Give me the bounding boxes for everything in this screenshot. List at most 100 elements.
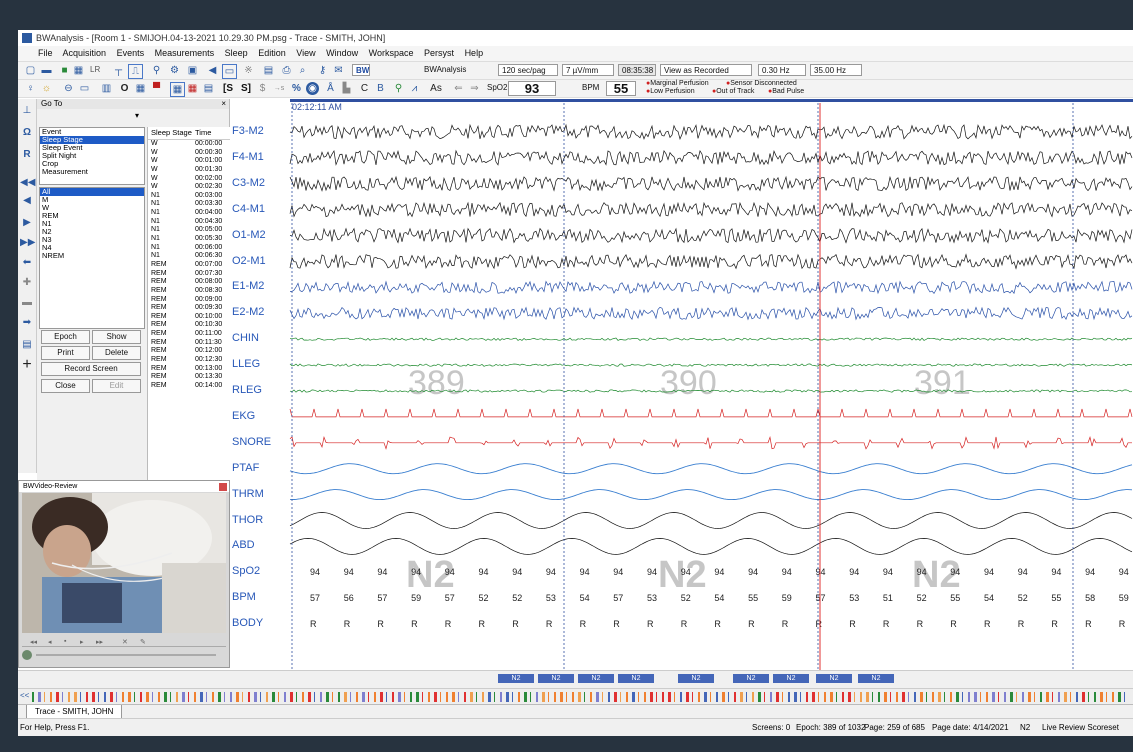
print-button[interactable]: Print xyxy=(41,346,90,360)
high-pass-select[interactable]: 0.30 Hz xyxy=(758,64,806,76)
new-file-icon[interactable]: ▢ xyxy=(24,64,37,77)
stage-item[interactable]: N1 xyxy=(40,220,144,228)
key-icon[interactable]: ⚷ xyxy=(316,64,329,77)
table-row[interactable]: REM 00:13:30 xyxy=(148,373,230,382)
table-row[interactable]: W 00:01:00 xyxy=(148,157,230,166)
record-screen-button[interactable]: Record Screen xyxy=(41,362,141,376)
link-icon[interactable]: ⊖ xyxy=(62,82,75,95)
hypnogram-epoch[interactable]: N2 xyxy=(816,674,852,683)
video-rewind-icon[interactable]: ◂◂ xyxy=(30,638,37,646)
b-button[interactable]: B xyxy=(374,82,387,95)
grid-b-icon[interactable]: ▦ xyxy=(186,82,199,95)
step-back-icon[interactable]: ◀ xyxy=(20,195,34,207)
night-overview-bar[interactable]: << xyxy=(18,688,1133,705)
menu-window[interactable]: Window xyxy=(326,48,358,58)
menu-view[interactable]: View xyxy=(296,48,315,58)
dollar-icon[interactable]: $ xyxy=(256,82,269,95)
table-row[interactable]: N1 00:04:00 xyxy=(148,209,230,218)
menu-sleep[interactable]: Sleep xyxy=(225,48,248,58)
video-stop-icon[interactable]: ▪ xyxy=(64,638,66,645)
line-icon[interactable]: ⎍ xyxy=(128,64,143,79)
chart-icon[interactable]: ▥ xyxy=(100,82,113,95)
target-icon[interactable]: ◉ xyxy=(306,82,319,95)
menu-acquisition[interactable]: Acquisition xyxy=(63,48,107,58)
tools-icon[interactable]: ※ xyxy=(242,64,255,77)
menu-persyst[interactable]: Persyst xyxy=(424,48,454,58)
preview-icon[interactable]: ⌕ xyxy=(296,64,309,77)
left-arrow-icon[interactable]: ⬅ xyxy=(20,257,34,269)
low-pass-select[interactable]: 35.00 Hz xyxy=(810,64,862,76)
amplitude-select[interactable]: 7 µV/mm xyxy=(562,64,614,76)
rewind-icon[interactable]: ◀◀ xyxy=(20,177,35,189)
waveform-canvas[interactable] xyxy=(230,99,1133,670)
back-arrow-icon[interactable]: ⇐ xyxy=(452,82,465,95)
arrow-ms-icon[interactable]: →s xyxy=(270,82,288,95)
table-row[interactable]: REM 00:09:00 xyxy=(148,296,230,305)
graph-icon[interactable]: ⩘ xyxy=(408,82,421,95)
montage-icon[interactable]: ┬ xyxy=(112,64,125,77)
stage-item[interactable]: M xyxy=(40,196,144,204)
table-icon[interactable]: ▦ xyxy=(134,82,147,95)
stage-item[interactable]: NREM xyxy=(40,252,144,260)
delete-button[interactable]: Delete xyxy=(92,346,141,360)
table-row[interactable]: REM 00:08:00 xyxy=(148,278,230,287)
speaker-icon[interactable]: ◀ xyxy=(206,64,219,77)
sun-icon[interactable]: ☼ xyxy=(40,82,53,95)
grid-a-icon[interactable]: ▦ xyxy=(170,82,185,97)
ruler-icon[interactable]: ⊥ xyxy=(20,105,34,117)
lr-toggle[interactable]: LR xyxy=(90,65,100,74)
video-close-icon[interactable] xyxy=(219,483,227,491)
table-row[interactable]: REM 00:11:30 xyxy=(148,339,230,348)
menu-edition[interactable]: Edition xyxy=(258,48,286,58)
message-icon[interactable]: ✉ xyxy=(332,64,345,77)
bulb-icon[interactable]: ♀ xyxy=(24,82,37,95)
time-scale-select[interactable]: 120 sec/pag xyxy=(498,64,558,76)
bars-icon[interactable]: ▙ xyxy=(340,82,353,95)
table-row[interactable]: W 00:02:30 xyxy=(148,183,230,192)
c-button[interactable]: C xyxy=(358,82,371,95)
screen-icon[interactable]: ▭ xyxy=(222,64,237,79)
table-row[interactable]: W 00:01:30 xyxy=(148,166,230,175)
o2-icon[interactable]: O xyxy=(118,82,131,95)
video-snapshot-icon[interactable]: ✕ xyxy=(122,638,128,646)
view-mode-select[interactable]: View as Recorded xyxy=(660,64,752,76)
menu-file[interactable]: File xyxy=(38,48,53,58)
forward-arrow-icon[interactable]: ⇒ xyxy=(468,82,481,95)
grid-icon[interactable]: ▦ xyxy=(72,64,85,77)
pin-icon[interactable]: ⚲ xyxy=(150,64,163,77)
table-row[interactable]: N1 00:03:30 xyxy=(148,200,230,209)
report-icon[interactable]: ▤ xyxy=(262,64,275,77)
table-row[interactable]: REM 00:07:30 xyxy=(148,270,230,279)
table-row[interactable]: REM 00:08:30 xyxy=(148,287,230,296)
r-marker-icon[interactable]: R xyxy=(20,149,34,161)
location-icon[interactable]: ⚲ xyxy=(392,82,405,95)
hypnogram-epoch[interactable]: N2 xyxy=(578,674,614,683)
trace-tab[interactable]: Trace - SMITH, JOHN xyxy=(26,705,123,719)
summary-icon[interactable]: ▤ xyxy=(202,82,215,95)
video-forward-icon[interactable]: ▸▸ xyxy=(96,638,103,646)
step-forward-icon[interactable]: ▶ xyxy=(20,217,34,229)
montage-edit-icon[interactable]: ▤ xyxy=(20,339,34,351)
hypnogram-epoch[interactable]: N2 xyxy=(498,674,534,683)
edit-button[interactable]: Edit xyxy=(92,379,141,393)
right-arrow-icon[interactable]: ➡ xyxy=(20,317,34,329)
hypnogram-epoch[interactable]: N2 xyxy=(678,674,714,683)
table-row[interactable]: N1 00:06:00 xyxy=(148,244,230,253)
video-pencil-icon[interactable]: ✎ xyxy=(140,638,146,646)
goto-stage-list[interactable]: All M W REM N1 N2 N3 N4 NREM xyxy=(39,187,145,329)
epoch-button[interactable]: Epoch xyxy=(41,330,90,344)
alpha-icon[interactable]: Å xyxy=(324,82,337,95)
scoring-s2-icon[interactable]: S] xyxy=(238,82,254,95)
video-play-icon[interactable]: ▸ xyxy=(80,638,84,646)
as-button[interactable]: As xyxy=(428,82,444,95)
table-row[interactable]: N1 00:04:30 xyxy=(148,218,230,227)
table-row[interactable]: REM 00:11:00 xyxy=(148,330,230,339)
scoring-s-icon[interactable]: [S xyxy=(220,82,236,95)
table-row[interactable]: REM 00:09:30 xyxy=(148,304,230,313)
table-row[interactable]: REM 00:13:00 xyxy=(148,365,230,374)
table-row[interactable]: REM 00:10:30 xyxy=(148,321,230,330)
menu-workspace[interactable]: Workspace xyxy=(369,48,414,58)
table-row[interactable]: N1 00:05:30 xyxy=(148,235,230,244)
keyboard-icon[interactable]: ▭ xyxy=(78,82,91,95)
hypnogram-strip[interactable]: N2 N2 N2 N2 N2 N2 N2 N2 N2 xyxy=(18,670,1133,689)
